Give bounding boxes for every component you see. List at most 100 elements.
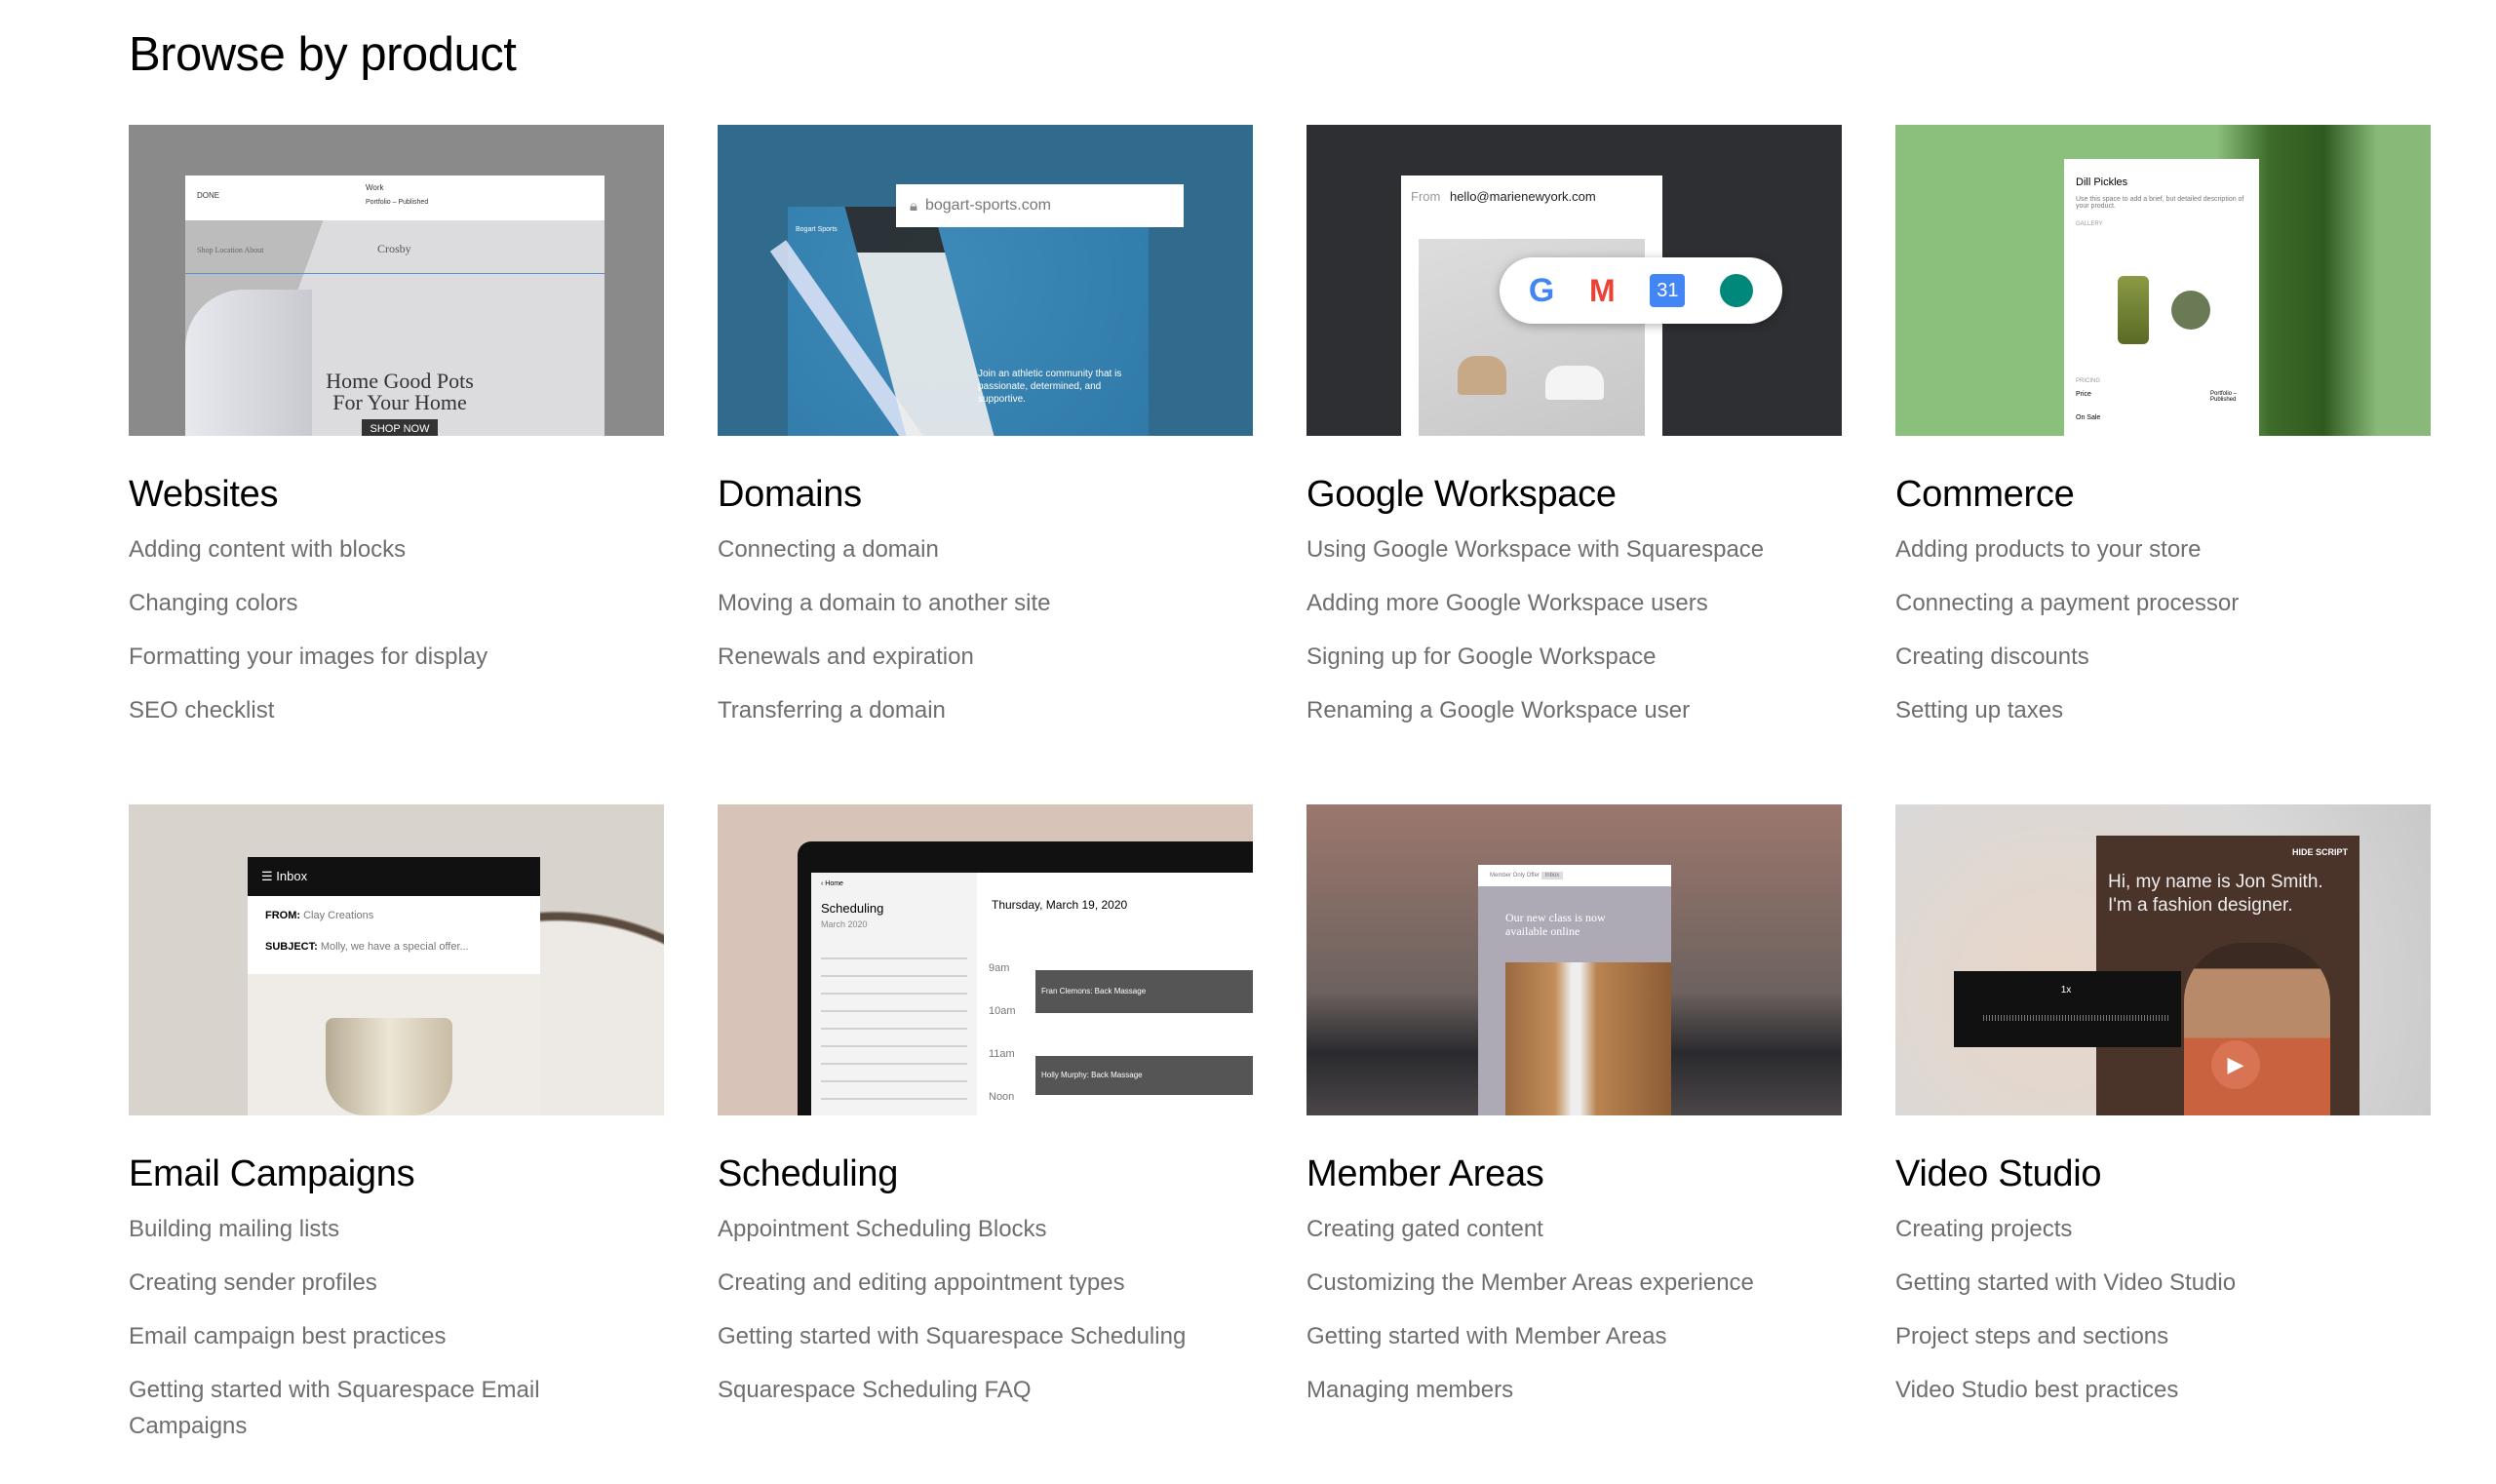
member-areas-thumbnail[interactable]: Member Only Offer Inbox Our new class is… [1306, 804, 1842, 1115]
product-description: Use this space to add a brief, but detai… [2076, 196, 2244, 210]
websites-thumbnail[interactable]: DONE Work Portfolio – Published Shop Loc… [129, 125, 664, 436]
article-link[interactable]: Managing members [1306, 1372, 1842, 1408]
article-link[interactable]: Getting started with Squarespace Email C… [129, 1372, 597, 1444]
appointment: Fran Clemons: Back Massage [1035, 970, 1253, 1013]
done-label: DONE [197, 191, 220, 200]
article-link[interactable]: Creating sender profiles [129, 1265, 664, 1301]
time-slot: 11am [989, 1048, 1015, 1060]
article-link[interactable]: Changing colors [129, 585, 664, 621]
article-link[interactable]: Connecting a payment processor [1895, 585, 2431, 621]
article-link[interactable]: Appointment Scheduling Blocks [718, 1211, 1253, 1247]
article-link[interactable]: Creating and editing appointment types [718, 1265, 1253, 1301]
product-title[interactable]: Commerce [1895, 473, 2431, 516]
product-card-commerce: Dill Pickles Use this space to add a bri… [1895, 125, 2431, 804]
url-bar: 🔒︎ bogart-sports.com [896, 184, 1184, 227]
email-subject: Member Only Offer [1490, 873, 1540, 879]
article-link[interactable]: Getting started with Squarespace Schedul… [718, 1318, 1253, 1354]
gmail-icon: M [1589, 272, 1616, 308]
cup-image [326, 1018, 452, 1115]
menu-icon: ☰ [261, 869, 277, 883]
article-link[interactable]: Getting started with Video Studio [1895, 1265, 2431, 1301]
article-link[interactable]: Getting started with Member Areas [1306, 1318, 1842, 1354]
site-brand: Bogart Sports [796, 226, 838, 233]
article-link[interactable]: Video Studio best practices [1895, 1372, 2431, 1408]
month-label: March 2020 [821, 919, 868, 929]
video-studio-thumbnail[interactable]: HIDE SCRIPT Hi, my name is Jon Smith. I'… [1895, 804, 2431, 1115]
product-card-member-areas: Member Only Offer Inbox Our new class is… [1306, 804, 1842, 1484]
site-nav: Shop Location About [197, 246, 264, 254]
article-link[interactable]: Project steps and sections [1895, 1318, 2431, 1354]
article-link[interactable]: Renaming a Google Workspace user [1306, 692, 1842, 728]
article-link[interactable]: Formatting your images for display [129, 639, 664, 675]
product-title[interactable]: Video Studio [1895, 1152, 2431, 1195]
page-title: Browse by product [129, 28, 517, 81]
product-title[interactable]: Scheduling [718, 1152, 1253, 1195]
google-workspace-thumbnail[interactable]: From hello@marienewyork.com G M 31 [1306, 125, 1842, 436]
article-link[interactable]: SEO checklist [129, 692, 664, 728]
status-label: Portfolio – Published [2210, 391, 2238, 403]
class-image [1505, 962, 1671, 1115]
tagline: Join an athletic community that is passi… [978, 369, 1122, 405]
scheduling-title: Scheduling [821, 901, 884, 916]
time-slot: 9am [989, 962, 1010, 974]
commerce-thumbnail[interactable]: Dill Pickles Use this space to add a bri… [1895, 125, 2431, 436]
play-icon: ▶ [2211, 1040, 2260, 1089]
email-campaigns-thumbnail[interactable]: ☰ Inbox FROM: Clay Creations SUBJECT: Mo… [129, 804, 664, 1115]
speed-label: 1x [2060, 985, 2072, 996]
article-link[interactable]: Squarespace Scheduling FAQ [718, 1372, 1253, 1408]
article-list: Appointment Scheduling Blocks Creating a… [718, 1211, 1253, 1408]
article-link[interactable]: Connecting a domain [718, 531, 1253, 567]
article-list: Creating projects Getting started with V… [1895, 1211, 2431, 1408]
product-title[interactable]: Domains [718, 473, 1253, 516]
calendar-grid [821, 946, 967, 1102]
inbox-tag: Inbox [1540, 872, 1564, 879]
article-link[interactable]: Signing up for Google Workspace [1306, 639, 1842, 675]
product-grid: DONE Work Portfolio – Published Shop Loc… [129, 125, 2431, 1484]
product-card-domains: Bogart Sports Join an athletic community… [718, 125, 1253, 804]
article-link[interactable]: Email campaign best practices [129, 1318, 664, 1354]
article-link[interactable]: Building mailing lists [129, 1211, 664, 1247]
status-label: Portfolio – Published [366, 199, 429, 206]
appointment: Holly Murphy: Back Massage [1035, 1056, 1253, 1095]
from-label: From [1411, 189, 1441, 204]
url-text: bogart-sports.com [924, 197, 1051, 214]
scheduling-thumbnail[interactable]: ‹ Home Scheduling March 2020 Thursday, M… [718, 804, 1253, 1115]
from-value: Clay Creations [303, 910, 374, 921]
article-link[interactable]: Renewals and expiration [718, 639, 1253, 675]
product-title[interactable]: Google Workspace [1306, 473, 1842, 516]
calendar-icon: 31 [1650, 274, 1686, 307]
article-link[interactable]: Setting up taxes [1895, 692, 2431, 728]
article-link[interactable]: Customizing the Member Areas experience [1306, 1265, 1842, 1301]
recording-controls: 1x [1954, 971, 2181, 1047]
product-card-websites: DONE Work Portfolio – Published Shop Loc… [129, 125, 664, 804]
product-title[interactable]: Member Areas [1306, 1152, 1842, 1195]
article-list: Using Google Workspace with Squarespace … [1306, 531, 1842, 728]
from-label: FROM: [265, 910, 301, 921]
product-title[interactable]: Websites [129, 473, 664, 516]
pickle-image [2171, 291, 2210, 330]
article-link[interactable]: Creating gated content [1306, 1211, 1842, 1247]
on-sale-label: On Sale [2076, 414, 2101, 421]
google-icon: G [1528, 271, 1555, 309]
article-link[interactable]: Moving a domain to another site [718, 585, 1253, 621]
article-list: Adding content with blocks Changing colo… [129, 531, 664, 728]
article-link[interactable]: Adding products to your store [1895, 531, 2431, 567]
domains-thumbnail[interactable]: Bogart Sports Join an athletic community… [718, 125, 1253, 436]
back-link: ‹ Home [821, 880, 843, 887]
subject-value: Molly, we have a special offer... [320, 941, 469, 953]
article-list: Connecting a domain Moving a domain to a… [718, 531, 1253, 728]
article-link[interactable]: Adding more Google Workspace users [1306, 585, 1842, 621]
article-link[interactable]: Transferring a domain [718, 692, 1253, 728]
product-title[interactable]: Email Campaigns [129, 1152, 664, 1195]
time-slot: 10am [989, 1005, 1016, 1017]
article-link[interactable]: Using Google Workspace with Squarespace [1306, 531, 1842, 567]
script-text: Hi, my name is Jon Smith. I'm a fashion … [2108, 872, 2323, 916]
article-link[interactable]: Creating discounts [1895, 639, 2431, 675]
time-slot: Noon [989, 1091, 1015, 1103]
from-address: hello@marienewyork.com [1449, 189, 1596, 204]
presenter-image [2184, 943, 2330, 1115]
article-link[interactable]: Creating projects [1895, 1211, 2431, 1247]
selected-date: Thursday, March 19, 2020 [992, 898, 1128, 912]
article-link[interactable]: Adding content with blocks [129, 531, 664, 567]
product-card-google-workspace: From hello@marienewyork.com G M 31 Googl… [1306, 125, 1842, 804]
